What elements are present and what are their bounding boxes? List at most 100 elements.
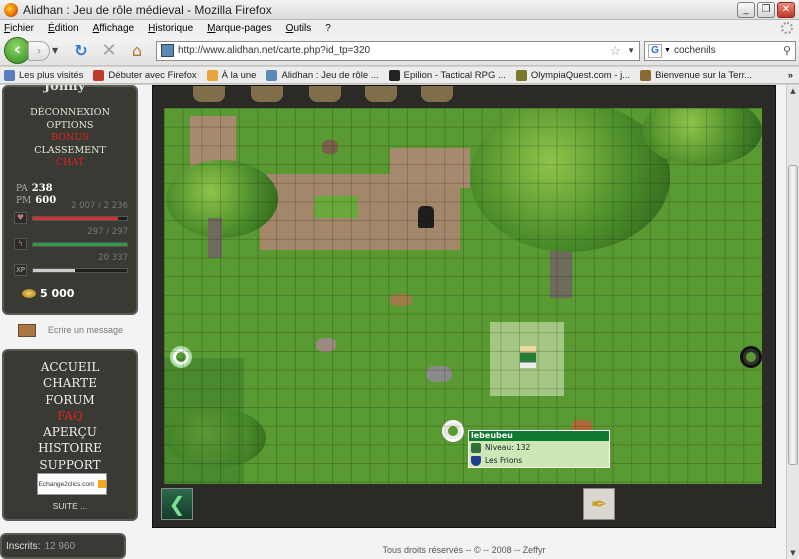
bookmark-icon	[640, 69, 652, 81]
menu-help[interactable]: ?	[325, 23, 331, 34]
registered-count: Inscrits: 12 960	[0, 533, 126, 559]
tooltip-level-label: Niveau:	[485, 443, 514, 452]
bookmark-item[interactable]: Bienvenue sur la Terr...	[640, 69, 752, 81]
menu-outils[interactable]: Outils	[286, 23, 312, 34]
history-dropdown-icon[interactable]: ▼	[52, 46, 64, 55]
menu-affichage[interactable]: Affichage	[93, 23, 135, 34]
bookmark-icon	[388, 69, 400, 81]
bookmark-icon	[4, 69, 15, 81]
envelope-icon	[18, 323, 36, 337]
game-top-toolbar	[153, 86, 775, 108]
game-map[interactable]: lebeubeu Niveau: 132 Les Frions	[164, 108, 762, 484]
bookmark-item[interactable]: À la une	[206, 69, 256, 81]
bookmarks-overflow-icon[interactable]: »	[788, 70, 793, 81]
level-icon	[471, 442, 481, 453]
quill-icon[interactable]: ✒	[583, 488, 615, 520]
bookmark-star-icon[interactable]: ☆	[609, 43, 621, 59]
site-favicon	[161, 44, 174, 57]
write-message-link[interactable]: Ecrire un message	[2, 317, 138, 343]
bookmark-icon	[515, 69, 527, 81]
toolbar-item[interactable]	[193, 86, 225, 102]
player-panel: Jonny DÉCONNEXION OPTIONS BONUS CLASSEME…	[2, 85, 138, 315]
chevron-left-icon[interactable]: ❮	[161, 488, 193, 520]
tooltip-guild-row: Les Frions	[469, 454, 609, 467]
hp-bar: ♥	[14, 211, 128, 225]
xp-fill	[33, 269, 76, 272]
pm-value: 600	[35, 195, 57, 206]
gold-coin-icon	[22, 289, 36, 298]
scroll-up-icon[interactable]: ▲	[787, 85, 799, 97]
hp-value: 2 007 / 2 236	[71, 201, 128, 211]
window-title: Alidhan : Jeu de rôle médieval - Mozilla…	[23, 2, 272, 17]
maximize-button[interactable]: ❐	[757, 1, 775, 18]
url-dropdown-icon[interactable]: ▼	[627, 46, 635, 55]
menu-historique[interactable]: Historique	[148, 23, 193, 34]
pa-label: PA	[16, 184, 28, 194]
menu-edition[interactable]: Édition	[48, 23, 79, 34]
rss-icon	[206, 69, 218, 81]
window-titlebar: Alidhan : Jeu de rôle médieval - Mozilla…	[0, 0, 799, 20]
pm-label: PM	[16, 196, 32, 206]
tooltip-guild: Les Frions	[485, 456, 523, 465]
stop-icon[interactable]: ✕	[98, 40, 120, 62]
reload-icon[interactable]: ↻	[70, 40, 92, 62]
home-icon[interactable]: ⌂	[126, 40, 148, 62]
menu-classement[interactable]: CLASSEMENT	[4, 145, 136, 158]
back-button[interactable]: ‹	[4, 37, 31, 64]
firefox-icon	[4, 2, 18, 17]
menu-apercu[interactable]: APERÇU	[4, 424, 136, 440]
menu-charte[interactable]: CHARTE	[4, 375, 136, 391]
menu-accueil[interactable]: ACCUEIL	[4, 359, 136, 375]
bookmark-item[interactable]: Alidhan : Jeu de rôle ...	[266, 69, 379, 81]
url-text[interactable]: http://www.alidhan.net/carte.php?id_tp=3…	[178, 45, 609, 56]
inscrits-value: 12 960	[44, 541, 76, 552]
search-icon[interactable]: ⚲	[783, 44, 791, 57]
scrollbar-thumb[interactable]	[788, 165, 798, 465]
bookmark-item[interactable]: Epilion - Tactical RPG ...	[388, 69, 506, 81]
scroll-down-icon[interactable]: ▼	[787, 547, 799, 559]
toolbar-item[interactable]	[365, 86, 397, 102]
search-box[interactable]: G ▼ cochenils ⚲	[644, 40, 796, 61]
player-tooltip: lebeubeu Niveau: 132 Les Frions	[468, 430, 610, 468]
throbber-icon	[781, 22, 793, 34]
bookmark-item[interactable]: Débuter avec Firefox	[93, 69, 197, 81]
pa-value: 238	[31, 183, 53, 194]
tooltip-level-value: 132	[516, 443, 531, 452]
bookmarks-toolbar: Les plus visités Débuter avec Firefox À …	[0, 67, 799, 84]
menu-faq[interactable]: FAQ	[4, 408, 136, 424]
bookmark-icon	[266, 69, 278, 81]
toolbar-item[interactable]	[421, 86, 453, 102]
footer-text: Tous droits réservés -- © -- 2008 -- Zef…	[382, 545, 546, 555]
suite-link[interactable]: SUITE ...	[4, 501, 136, 511]
toolbar-item[interactable]	[251, 86, 283, 102]
bookmark-item[interactable]: OlympiaQuest.com - j...	[515, 69, 630, 81]
menu-fichier[interactable]: Fichier	[4, 23, 34, 34]
menu-deconnexion[interactable]: DÉCONNEXION	[4, 107, 136, 120]
echange2clics-banner[interactable]: Echange2clics.com	[37, 473, 107, 495]
xp-value: 20 337	[98, 253, 128, 263]
minimize-button[interactable]: _	[737, 1, 755, 18]
menu-marque-pages[interactable]: Marque-pages	[207, 23, 272, 34]
vertical-scrollbar[interactable]: ▲ ▼	[786, 85, 799, 559]
google-icon[interactable]: G	[648, 43, 662, 58]
xp-label: XP	[14, 264, 27, 276]
menu-support[interactable]: SUPPORT	[4, 457, 136, 473]
menu-forum[interactable]: FORUM	[4, 392, 136, 408]
menu-bonus[interactable]: BONUS	[4, 132, 136, 145]
bookmark-item[interactable]: Les plus visités	[4, 69, 83, 81]
menu-chat[interactable]: CHAT	[4, 157, 136, 170]
url-bar[interactable]: http://www.alidhan.net/carte.php?id_tp=3…	[156, 40, 640, 61]
hp-fill	[33, 217, 118, 220]
navigation-toolbar: ‹ › ▼ ↻ ✕ ⌂ http://www.alidhan.net/carte…	[0, 36, 799, 66]
menu-options[interactable]: OPTIONS	[4, 120, 136, 133]
search-engine-dropdown-icon[interactable]: ▼	[664, 47, 671, 54]
menu-histoire[interactable]: HISTOIRE	[4, 440, 136, 456]
search-input[interactable]: cochenils	[674, 45, 783, 56]
page-content: Jonny DÉCONNEXION OPTIONS BONUS CLASSEME…	[0, 85, 786, 559]
close-button[interactable]: ✕	[777, 1, 795, 18]
lightning-icon: ϟ	[14, 238, 27, 250]
heart-icon: ♥	[14, 212, 27, 224]
player-menu: DÉCONNEXION OPTIONS BONUS CLASSEMENT CHA…	[4, 107, 136, 170]
toolbar-item[interactable]	[309, 86, 341, 102]
forward-button[interactable]: ›	[28, 40, 50, 61]
